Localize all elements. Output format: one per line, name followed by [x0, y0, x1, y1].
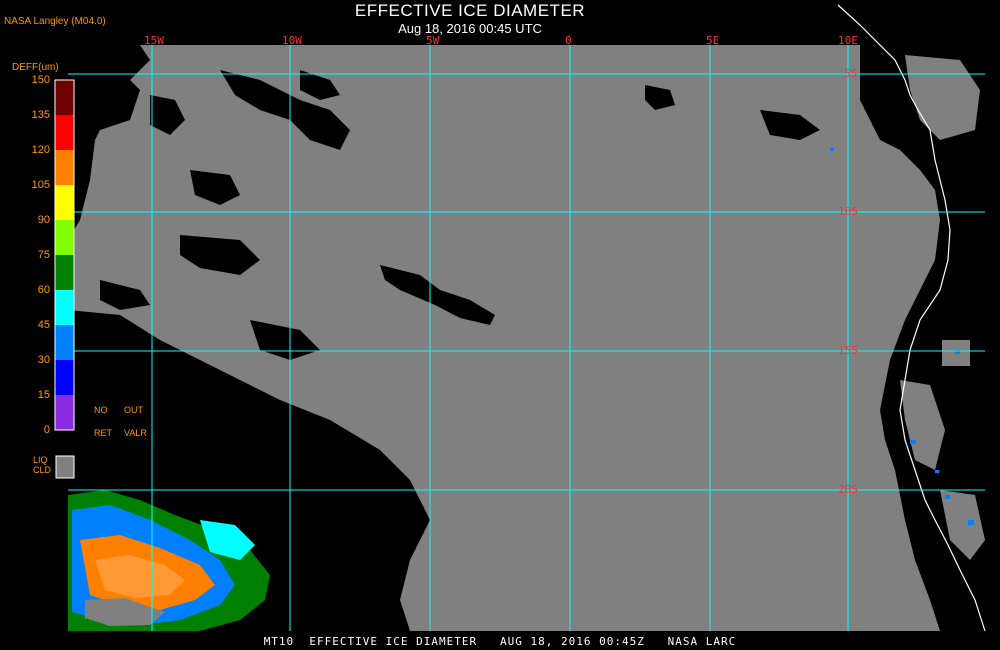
legend-color-segment	[55, 220, 74, 255]
lat-label: 15S	[838, 344, 858, 357]
legend-color-segment	[55, 255, 74, 290]
legend-color-segment	[55, 325, 74, 360]
legend-color-segment	[55, 290, 74, 325]
legend-color-bar	[55, 80, 74, 430]
lat-label: 20S	[838, 483, 858, 496]
liq-cld-label-bottom: CLD	[33, 465, 52, 475]
legend-color-segment	[55, 360, 74, 395]
lon-label: 0	[565, 34, 572, 47]
legend-tick-label: 120	[31, 144, 50, 156]
legend-tick-label: 135	[31, 109, 50, 121]
legend-tick-label: 30	[37, 354, 50, 366]
legend-color-segment	[55, 80, 74, 115]
legend-tick-label: 45	[37, 319, 50, 331]
legend-tick-label: 105	[31, 179, 50, 191]
legend-tick-label: 0	[43, 424, 50, 436]
map-image	[54, 4, 986, 632]
footer-caption: MT10 EFFECTIVE ICE DIAMETER AUG 18, 2016…	[263, 635, 737, 648]
lat-label: 10S	[838, 205, 858, 218]
satellite-map-view: EFFECTIVE ICE DIAMETER Aug 18, 2016 00:4…	[0, 0, 1000, 650]
legend-tick-label: 75	[37, 249, 50, 261]
image-title: EFFECTIVE ICE DIAMETER	[354, 1, 586, 20]
image-timestamp: Aug 18, 2016 00:45 UTC	[398, 21, 542, 36]
lon-label: 5E	[706, 34, 720, 47]
legend-color-segment	[55, 185, 74, 220]
legend-color-segment	[55, 150, 74, 185]
legend-color-segment	[55, 115, 74, 150]
lon-label: 5W	[426, 34, 440, 47]
legend-tick-label: 150	[31, 74, 50, 86]
lon-label: 15W	[144, 34, 164, 47]
legend-tick-label: 15	[37, 389, 50, 401]
legend-title: DEFF(um)	[12, 62, 59, 73]
source-label: NASA Langley (M04.0)	[4, 16, 106, 27]
liq-cld-swatch	[55, 455, 75, 479]
out-valr-label-top: OUT	[124, 405, 143, 415]
legend-tick-label: 60	[37, 284, 50, 296]
no-ret-label-top: NO	[94, 405, 108, 415]
lat-label: 5S	[844, 67, 858, 80]
lon-label: 10W	[282, 34, 302, 47]
out-valr-label-bottom: VALR	[124, 428, 147, 438]
lon-label: 10E	[838, 34, 858, 47]
legend-tick-label: 90	[37, 214, 50, 226]
no-ret-label-bottom: RET	[94, 428, 112, 438]
legend-color-segment	[55, 395, 74, 430]
liq-cld-label-top: LIQ	[33, 455, 48, 465]
